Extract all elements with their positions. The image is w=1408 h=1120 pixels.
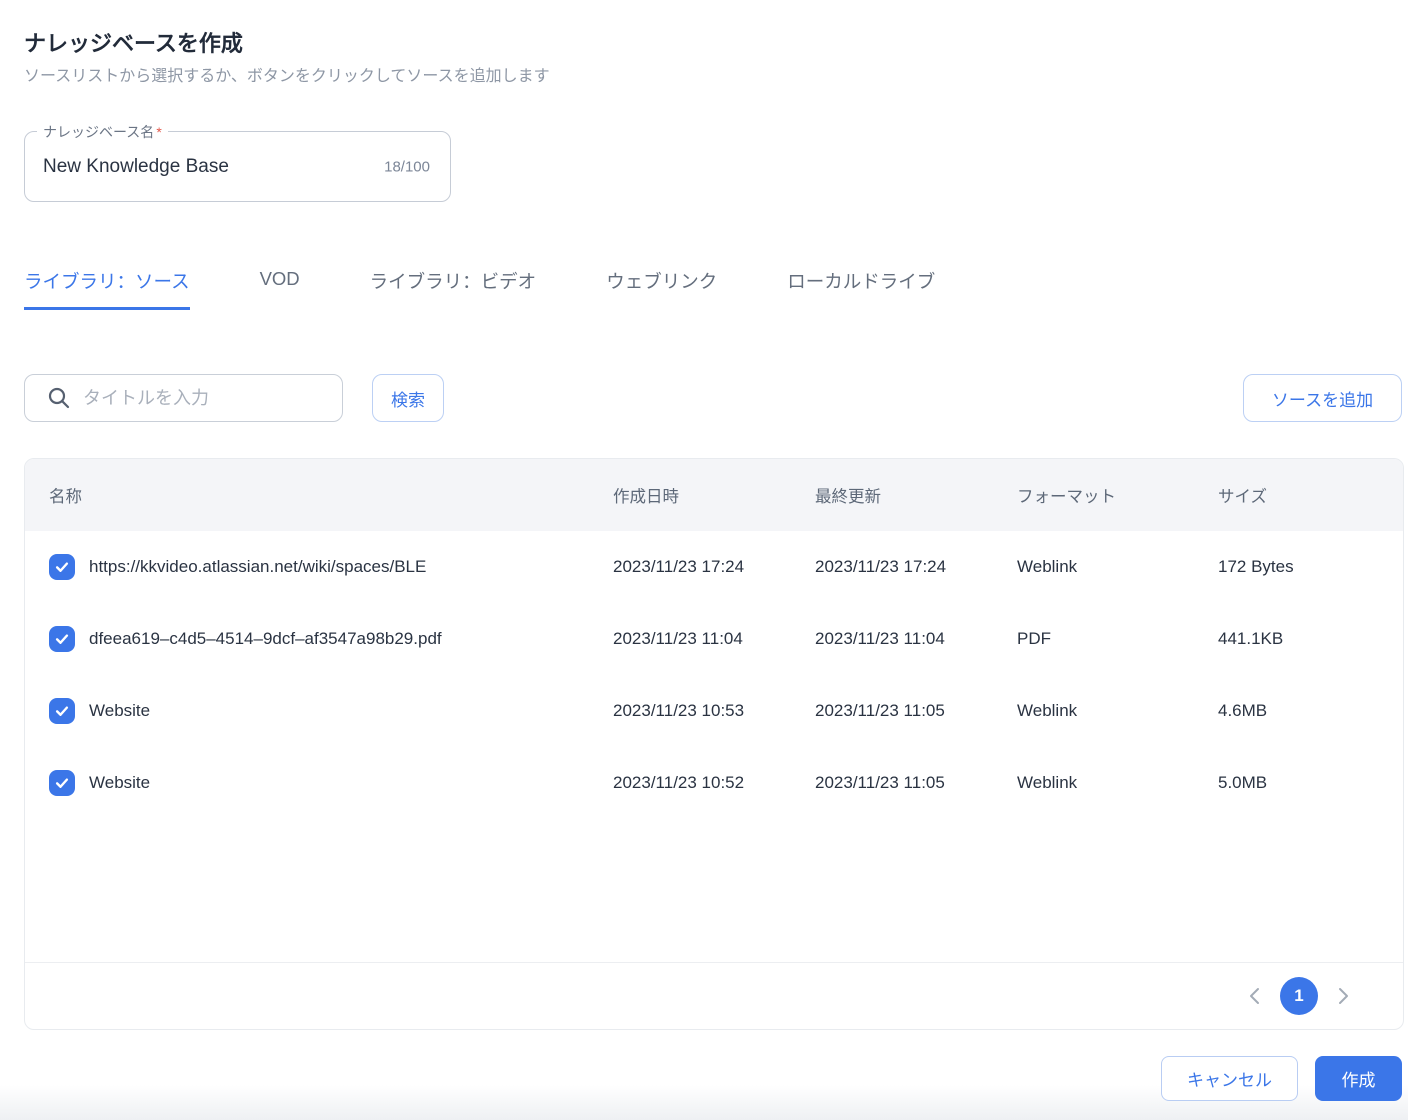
title-search-box: [24, 374, 343, 422]
size-cell: 5.0MB: [1218, 773, 1268, 792]
tab-library-video[interactable]: ライブラリ：ビデオ: [370, 268, 537, 310]
page-title: ナレッジベースを作成: [24, 31, 243, 56]
create-button[interactable]: 作成: [1315, 1056, 1402, 1101]
col-header-size: サイズ: [1218, 488, 1268, 506]
table-header: 名称 作成日時 最終更新 フォーマット サイズ: [25, 459, 1403, 531]
updated-cell: 2023/11/23 11:04: [815, 629, 945, 648]
name-cell: https://kkvideo.atlassian.net/wiki/space…: [49, 554, 613, 580]
source-tabs: ライブラリ：ソース VOD ライブラリ：ビデオ ウェブリンク ローカルドライブ: [24, 268, 935, 310]
add-source-button[interactable]: ソースを追加: [1243, 374, 1402, 422]
source-name: https://kkvideo.atlassian.net/wiki/space…: [89, 557, 427, 576]
knowledge-base-name-field: ナレッジベース名* 18/100: [24, 122, 451, 202]
tab-local-drive[interactable]: ローカルドライブ: [787, 268, 935, 310]
format-cell: PDF: [1017, 629, 1051, 648]
check-icon: [55, 634, 69, 644]
search-button[interactable]: 検索: [372, 374, 444, 422]
tab-vod[interactable]: VOD: [260, 268, 300, 310]
created-cell: 2023/11/23 17:24: [613, 557, 745, 576]
col-header-created: 作成日時: [613, 488, 679, 506]
table-row[interactable]: Website 2023/11/23 10:52 2023/11/23 11:0…: [25, 747, 1403, 819]
updated-cell: 2023/11/23 11:05: [815, 773, 945, 792]
source-name: Website: [89, 701, 151, 720]
col-header-updated: 最終更新: [815, 488, 881, 506]
row-checkbox[interactable]: [49, 554, 75, 580]
updated-cell: 2023/11/23 17:24: [815, 557, 947, 576]
cancel-button[interactable]: キャンセル: [1161, 1056, 1298, 1101]
knowledge-base-name-input[interactable]: [43, 132, 343, 201]
row-checkbox[interactable]: [49, 626, 75, 652]
table-row[interactable]: https://kkvideo.atlassian.net/wiki/space…: [25, 531, 1403, 603]
prev-page-button[interactable]: [1245, 983, 1264, 1009]
name-cell: Website: [49, 770, 613, 796]
updated-cell: 2023/11/23 11:05: [815, 701, 945, 720]
chevron-left-icon: [1250, 988, 1259, 1004]
check-icon: [55, 778, 69, 788]
table-footer: 1: [25, 962, 1403, 1029]
created-cell: 2023/11/23 11:04: [613, 629, 743, 648]
check-icon: [55, 706, 69, 716]
search-icon: [48, 387, 70, 409]
page-subtitle: ソースリストから選択するか、ボタンをクリックしてソースを追加します: [24, 68, 550, 85]
next-page-button[interactable]: [1334, 983, 1353, 1009]
col-header-name: 名称: [49, 488, 82, 506]
check-icon: [55, 562, 69, 572]
source-name: Website: [89, 773, 151, 792]
created-cell: 2023/11/23 10:52: [613, 773, 745, 792]
format-cell: Weblink: [1017, 701, 1078, 720]
format-cell: Weblink: [1017, 557, 1078, 576]
tab-weblink[interactable]: ウェブリンク: [606, 268, 717, 310]
table-empty-space: [25, 819, 1403, 962]
search-input[interactable]: [83, 387, 332, 409]
char-counter: 18/100: [384, 158, 430, 175]
row-checkbox[interactable]: [49, 698, 75, 724]
size-cell: 441.1KB: [1218, 629, 1284, 648]
source-name: dfeea619–c4d5–4514–9dcf–af3547a98b29.pdf: [89, 629, 442, 648]
create-knowledge-base-page: ナレッジベースを作成 ソースリストから選択するか、ボタンをクリックしてソースを追…: [0, 0, 1408, 1120]
chevron-right-icon: [1339, 988, 1348, 1004]
format-cell: Weblink: [1017, 773, 1078, 792]
table-row[interactable]: Website 2023/11/23 10:53 2023/11/23 11:0…: [25, 675, 1403, 747]
current-page-button[interactable]: 1: [1280, 977, 1318, 1015]
name-cell: dfeea619–c4d5–4514–9dcf–af3547a98b29.pdf: [49, 626, 613, 652]
name-cell: Website: [49, 698, 613, 724]
tab-library-source[interactable]: ライブラリ：ソース: [24, 268, 190, 310]
source-table: 名称 作成日時 最終更新 フォーマット サイズ https://kkvideo.…: [24, 458, 1404, 1030]
size-cell: 4.6MB: [1218, 701, 1268, 720]
table-row[interactable]: dfeea619–c4d5–4514–9dcf–af3547a98b29.pdf…: [25, 603, 1403, 675]
size-cell: 172 Bytes: [1218, 557, 1294, 576]
row-checkbox[interactable]: [49, 770, 75, 796]
col-header-format: フォーマット: [1017, 488, 1116, 506]
created-cell: 2023/11/23 10:53: [613, 701, 745, 720]
